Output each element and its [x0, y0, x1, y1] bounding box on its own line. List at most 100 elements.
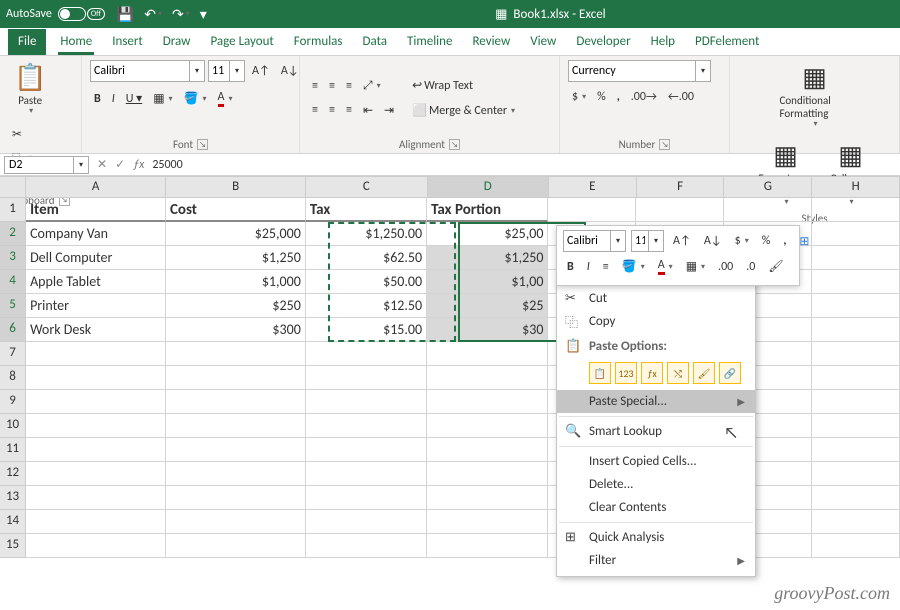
col-B[interactable]: B: [166, 177, 306, 198]
mini-size-combo[interactable]: ▾: [631, 230, 664, 252]
fill-color-button[interactable]: 🪣: [180, 88, 211, 109]
cell-D3[interactable]: $1,250: [427, 246, 548, 270]
mini-dec-decimal-icon[interactable]: .0: [742, 258, 759, 276]
cell-B3[interactable]: $1,250: [166, 246, 306, 270]
accounting-format-button[interactable]: $: [568, 88, 590, 106]
paste-option-values-icon[interactable]: 123: [615, 362, 637, 384]
col-F[interactable]: F: [637, 177, 725, 198]
cell-A6[interactable]: Work Desk: [26, 318, 166, 342]
merge-center-button[interactable]: ⬜ Merge & Center: [408, 101, 519, 120]
font-dialog-icon[interactable]: ↘: [197, 139, 208, 150]
cell-D5[interactable]: $25: [427, 294, 548, 318]
cut-icon[interactable]: ✂: [8, 125, 36, 144]
mini-bold-button[interactable]: B: [563, 258, 578, 276]
cell-D2[interactable]: $25,00: [427, 222, 548, 246]
mini-decrease-font-icon[interactable]: A↓: [700, 232, 726, 250]
tab-page-layout[interactable]: Page Layout: [200, 29, 283, 55]
tab-data[interactable]: Data: [353, 29, 398, 55]
italic-button[interactable]: I: [108, 88, 119, 109]
mini-font-color-icon[interactable]: A: [654, 256, 677, 277]
save-icon[interactable]: 💾: [117, 6, 134, 23]
mini-comma-icon[interactable]: ,: [779, 232, 790, 250]
cell-B1[interactable]: Cost: [166, 198, 306, 222]
paste-option-all-icon[interactable]: 📋: [589, 362, 611, 384]
col-C[interactable]: C: [306, 177, 427, 198]
paste-option-formatting-icon[interactable]: 🖌: [693, 362, 715, 384]
increase-decimal-icon[interactable]: .00→: [627, 88, 661, 106]
autosave-toggle[interactable]: AutoSave Off: [6, 7, 105, 21]
col-D[interactable]: D: [428, 177, 549, 198]
align-right-icon[interactable]: ≡: [342, 101, 356, 120]
ctx-paste-special[interactable]: Paste Special...▶: [557, 390, 755, 413]
col-E[interactable]: E: [549, 177, 637, 198]
tab-review[interactable]: Review: [462, 29, 520, 55]
tab-help[interactable]: Help: [641, 29, 685, 55]
tab-timeline[interactable]: Timeline: [397, 29, 462, 55]
align-center-icon[interactable]: ≡: [325, 101, 339, 120]
wrap-text-button[interactable]: ↩ Wrap Text: [408, 76, 519, 95]
cell-A1[interactable]: Item: [26, 198, 166, 222]
align-middle-icon[interactable]: ≡: [325, 77, 339, 95]
mini-table-icon[interactable]: ⊞: [795, 232, 813, 251]
col-H[interactable]: H: [812, 177, 900, 198]
qat-more-icon[interactable]: ▾: [200, 6, 207, 23]
tab-pdfelement[interactable]: PDFelement: [685, 29, 769, 55]
bold-button[interactable]: B: [90, 88, 105, 109]
ctx-insert-copied-cells[interactable]: Insert Copied Cells...: [557, 450, 755, 473]
alignment-dialog-icon[interactable]: ↘: [449, 139, 460, 150]
mini-border-icon[interactable]: ▦: [682, 257, 709, 276]
cell-A5[interactable]: Printer: [26, 294, 166, 318]
cell-D4[interactable]: $1,00: [427, 270, 548, 294]
tab-file[interactable]: File: [8, 29, 46, 55]
fx-icon[interactable]: ƒx: [133, 158, 144, 172]
tab-insert[interactable]: Insert: [102, 29, 153, 55]
comma-button[interactable]: ,: [613, 88, 624, 106]
cell-A3[interactable]: Dell Computer: [26, 246, 166, 270]
increase-font-icon[interactable]: A↑: [248, 60, 274, 82]
mini-inc-decimal-icon[interactable]: .00: [714, 258, 737, 276]
ctx-delete[interactable]: Delete...: [557, 473, 755, 496]
ctx-clear-contents[interactable]: Clear Contents: [557, 496, 755, 519]
tab-home[interactable]: Home: [50, 29, 102, 55]
cell-A4[interactable]: Apple Tablet: [26, 270, 166, 294]
name-box[interactable]: ▾: [4, 156, 89, 174]
col-A[interactable]: A: [26, 177, 166, 198]
mini-align-icon[interactable]: ≡: [599, 258, 613, 276]
underline-button[interactable]: U ▾: [122, 88, 146, 109]
cell-B6[interactable]: $300: [166, 318, 306, 342]
mini-font-combo[interactable]: ▾: [563, 230, 626, 252]
mini-percent-icon[interactable]: %: [758, 232, 775, 250]
ctx-quick-analysis[interactable]: ⊞Quick Analysis: [557, 526, 755, 549]
cell-B2[interactable]: $25,000: [166, 222, 306, 246]
cell-C2[interactable]: $1,250.00: [306, 222, 427, 246]
select-all-corner[interactable]: [0, 177, 26, 198]
paste-option-link-icon[interactable]: 🔗: [719, 362, 741, 384]
ctx-cut[interactable]: ✂Cut: [557, 287, 755, 310]
decrease-font-icon[interactable]: A↓: [277, 60, 303, 82]
cell-B4[interactable]: $1,000: [166, 270, 306, 294]
number-dialog-icon[interactable]: ↘: [659, 139, 670, 150]
toggle-switch[interactable]: [58, 7, 86, 21]
paste-option-formulas-icon[interactable]: ƒx: [641, 362, 663, 384]
increase-indent-icon[interactable]: ⇥: [380, 101, 398, 120]
font-color-button[interactable]: A: [214, 88, 237, 109]
cell-C3[interactable]: $62.50: [306, 246, 427, 270]
border-button[interactable]: ▦: [149, 88, 176, 109]
align-top-icon[interactable]: ≡: [308, 77, 322, 95]
tab-developer[interactable]: Developer: [566, 29, 640, 55]
conditional-formatting-button[interactable]: ▦Conditional Formatting: [774, 60, 856, 132]
cell-C4[interactable]: $50.00: [306, 270, 427, 294]
orientation-icon[interactable]: ⤢: [359, 77, 385, 95]
decrease-indent-icon[interactable]: ⇤: [359, 101, 377, 120]
mini-format-painter-icon[interactable]: 🖌: [764, 257, 787, 276]
align-left-icon[interactable]: ≡: [308, 101, 322, 120]
number-format-combo[interactable]: ▾: [568, 60, 711, 82]
cell-C6[interactable]: $15.00: [306, 318, 427, 342]
cell-C1[interactable]: Tax: [306, 198, 427, 222]
paste-button[interactable]: 📋Paste: [8, 60, 52, 119]
font-size-combo[interactable]: ▾: [208, 60, 245, 82]
decrease-decimal-icon[interactable]: ←.00: [664, 88, 698, 106]
tab-formulas[interactable]: Formulas: [284, 29, 353, 55]
mini-italic-button[interactable]: I: [583, 258, 594, 276]
col-G[interactable]: G: [724, 177, 812, 198]
